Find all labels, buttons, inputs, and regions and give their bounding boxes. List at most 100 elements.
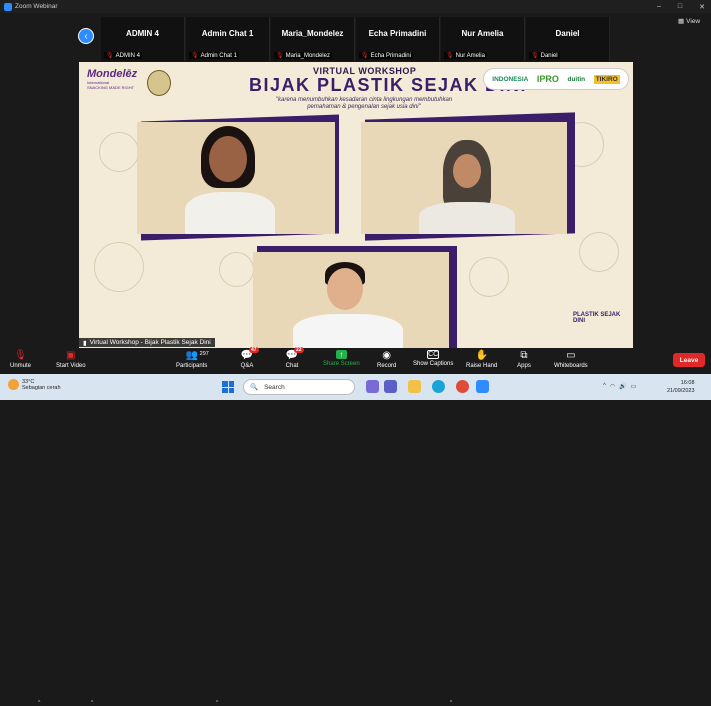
sponsor-logos: INDONESIA IPRO duitin TIKIRO — [483, 68, 629, 90]
speaker-face — [209, 136, 247, 182]
hand-icon: ✋ — [475, 350, 488, 361]
wifi-icon[interactable]: ◠ — [610, 383, 615, 390]
participant-tag-label: Nur Amelia — [455, 52, 485, 59]
chevron-up-icon[interactable]: ^ — [91, 700, 93, 706]
clock-date: 21/09/2023 — [667, 388, 695, 394]
whiteboards-button[interactable]: ▭ Whiteboards — [554, 350, 588, 374]
search-placeholder: Search — [264, 383, 285, 391]
view-button[interactable]: ▦ View — [678, 17, 700, 26]
file-explorer-icon[interactable] — [408, 380, 421, 393]
close-window-button[interactable]: ✕ — [699, 3, 705, 11]
chrome-icon[interactable] — [456, 380, 469, 393]
task-view-icon[interactable] — [366, 380, 379, 393]
participant-tag-label: Admin Chat 1 — [200, 52, 237, 59]
main-video-stage: Mondelēz International SNACKING MADE RIG… — [79, 62, 633, 348]
apps-icon: ⧉ — [520, 350, 528, 361]
participant-tag: 🎙 Nur Amelia — [444, 52, 487, 59]
participant-tag-label: Echa Primadini — [370, 52, 411, 59]
record-label: Record — [377, 363, 397, 369]
muted-mic-icon: 🎙 — [106, 53, 114, 59]
video-off-icon: ▣ — [66, 350, 76, 361]
edge-icon[interactable] — [432, 380, 445, 393]
speaker-shirt — [419, 202, 515, 234]
speaker-icon[interactable]: 🔊 — [619, 383, 626, 390]
os-taskbar: 33°C Sebagian cerah 🔍 Search ^ ◠ 🔊 ▭ 16:… — [0, 374, 711, 400]
chevron-up-icon[interactable]: ^ — [216, 700, 218, 706]
grid-icon: ▦ — [678, 18, 685, 25]
show-captions-button[interactable]: CC Show Captions — [413, 350, 453, 374]
participant-name: ADMIN 4 — [126, 29, 159, 38]
government-seal-logo — [147, 70, 171, 96]
video-caption: ▮ Virtual Workshop - Bijak Plastik Sejak… — [79, 338, 215, 347]
zoom-taskbar-icon[interactable] — [476, 380, 489, 393]
start-video-button[interactable]: ▣ Start Video — [56, 350, 86, 374]
speaker-video-1 — [137, 122, 335, 234]
share-screen-icon: ↑ — [335, 350, 347, 359]
qa-button[interactable]: 💬 47 Q&A — [240, 347, 259, 374]
record-icon: ◉ — [382, 350, 392, 361]
speaker-face — [453, 154, 481, 188]
raise-hand-button[interactable]: ✋ Raise Hand — [466, 350, 497, 374]
participant-tag: 🎙 Echa Primadini — [359, 52, 413, 59]
mondelez-tagline: SNACKING MADE RIGHT — [87, 85, 135, 90]
captions-icon: CC — [427, 350, 440, 359]
speaker-face — [327, 268, 363, 310]
taskbar-clock[interactable]: 16:08 21/09/2023 — [667, 379, 695, 395]
mondelez-logo: Mondelēz International SNACKING MADE RIG… — [87, 68, 141, 98]
qa-icon: 💬 47 — [240, 347, 259, 361]
apps-button[interactable]: ⧉ Apps — [517, 350, 531, 374]
participant-name: Admin Chat 1 — [201, 29, 254, 38]
unmute-button[interactable]: 🎙 Unmute — [10, 350, 31, 374]
chevron-up-icon[interactable]: ^ — [38, 700, 40, 706]
participant-name: Daniel — [555, 29, 580, 38]
chat-icon: 💬 22 — [285, 347, 304, 361]
participant-tile[interactable]: Admin Chat 1 🎙 Admin Chat 1 — [186, 17, 270, 61]
apps-label: Apps — [517, 363, 531, 369]
participant-tile[interactable]: Echa Primadini 🎙 Echa Primadini — [356, 17, 440, 61]
whiteboards-label: Whiteboards — [554, 363, 588, 369]
start-video-label: Start Video — [56, 363, 86, 369]
participants-icon: 👥 297 — [185, 350, 209, 361]
minimize-button[interactable]: – — [657, 3, 661, 10]
participant-tile[interactable]: Nur Amelia 🎙 Nur Amelia — [441, 17, 525, 61]
participant-tag: 🎙 Maria_Mondelez — [274, 52, 332, 59]
participants-label: Participants — [176, 363, 208, 369]
muted-mic-icon: 🎙 — [361, 53, 369, 59]
chat-label: Chat — [285, 363, 299, 369]
speaker-shirt — [293, 314, 403, 348]
participant-name: Maria_Mondelez — [281, 29, 344, 38]
participants-button[interactable]: 👥 297 Participants — [176, 350, 209, 374]
leave-button[interactable]: Leave — [673, 353, 705, 367]
maximize-button[interactable]: □ — [678, 3, 682, 10]
battery-icon[interactable]: ▭ — [631, 383, 637, 390]
participant-tag-label: ADMIN 4 — [115, 52, 140, 59]
speaker-video-2 — [361, 122, 567, 234]
share-screen-button[interactable]: ↑ Share Screen — [323, 350, 360, 374]
chevron-left-icon: ‹ — [84, 30, 88, 42]
participant-tag-label: Maria_Mondelez — [285, 52, 330, 59]
weather-widget[interactable]: 33°C Sebagian cerah — [8, 379, 61, 391]
record-button[interactable]: ◉ Record — [377, 350, 396, 374]
chat-button[interactable]: 💬 22 Chat — [285, 347, 304, 374]
participant-tile[interactable]: ADMIN 4 🎙 ADMIN 4 — [101, 17, 185, 61]
chevron-up-icon[interactable]: ^ — [603, 383, 606, 390]
corner-brand-logo: PLASTIK SEJAK DINI — [573, 312, 621, 324]
chevron-up-icon[interactable]: ^ — [450, 700, 452, 706]
participant-tile[interactable]: Daniel 🎙 Daniel — [526, 17, 610, 61]
doodle-decoration — [219, 252, 254, 287]
windows-start-icon[interactable] — [222, 381, 234, 393]
zoom-app-icon — [4, 2, 12, 11]
strip-back-button[interactable]: ‹ — [78, 28, 94, 44]
signal-icon: ▮ — [83, 339, 87, 347]
sponsor-indonesia: INDONESIA — [492, 75, 529, 83]
participant-tile[interactable]: Maria_Mondelez 🎙 Maria_Mondelez — [271, 17, 355, 61]
video-caption-text: Virtual Workshop - Bijak Plastik Sejak D… — [89, 339, 211, 346]
slide-quote: "karena menumbuhkan kesadaran cinta ling… — [275, 97, 453, 110]
teams-icon[interactable] — [384, 380, 397, 393]
mondelez-brand: Mondelēz — [87, 68, 138, 80]
qa-label: Q&A — [240, 363, 254, 369]
participant-name: Echa Primadini — [368, 29, 427, 38]
participant-tag-label: Daniel — [540, 52, 558, 59]
weather-description: Sebagian cerah — [22, 385, 61, 391]
taskbar-search[interactable]: 🔍 Search — [243, 379, 355, 395]
